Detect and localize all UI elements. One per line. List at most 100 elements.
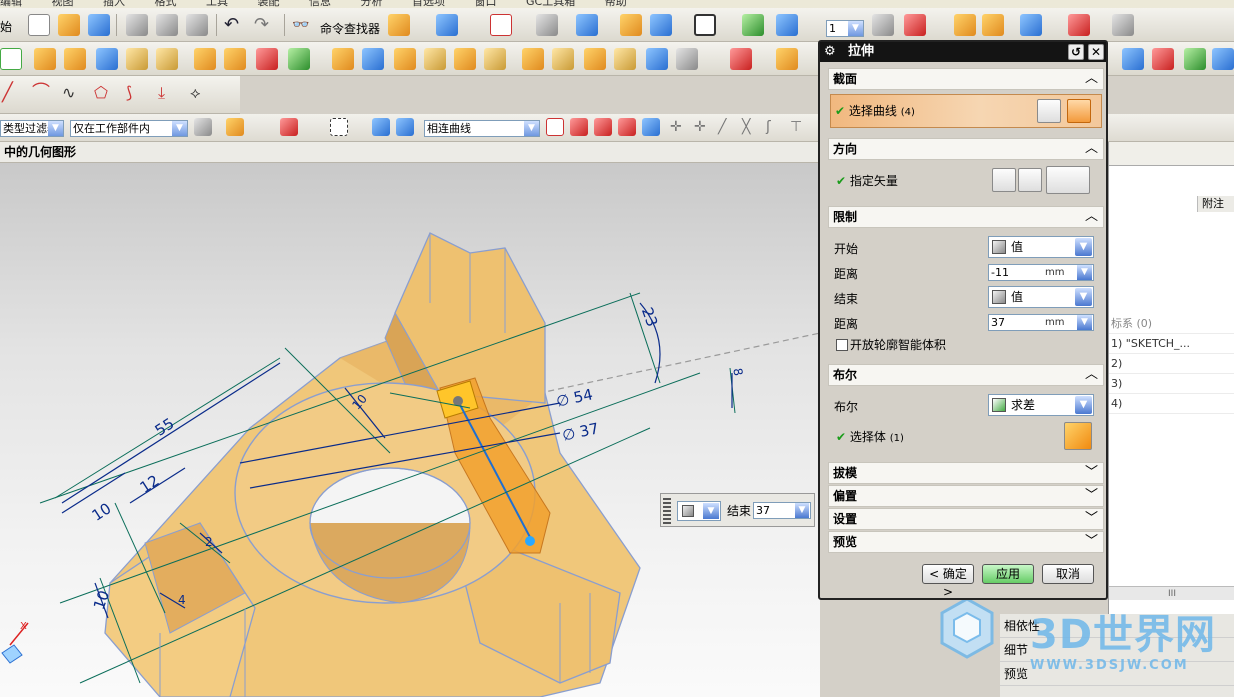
vector-dialog-icon[interactable] [1018,168,1042,192]
reset-icon[interactable]: ↺ [1068,44,1084,60]
new-file-icon[interactable] [28,14,50,36]
spin-down-icon[interactable]: ▼ [1077,315,1092,330]
color-swatch-icon[interactable] [694,14,716,36]
shell-icon[interactable] [394,48,416,70]
extrude-end-point[interactable] [525,536,535,546]
style-icon[interactable] [776,48,798,70]
stop-at-intersection-icon[interactable] [546,118,564,136]
sketch-section-icon[interactable] [1037,99,1061,123]
sketch-icon[interactable] [0,48,22,70]
block-icon[interactable] [96,48,118,70]
cylinder-icon[interactable] [126,48,148,70]
undo-icon[interactable]: ↶ [224,14,246,36]
snap-control-icon[interactable]: ╱ [718,118,736,136]
redo-icon[interactable]: ↷ [254,14,276,36]
chevron-down-icon[interactable]: ▼ [1075,238,1092,256]
selection-scope-combo[interactable]: 仅在工作部件内 ▼ [70,120,188,137]
chevron-down-icon[interactable]: ▼ [48,121,63,136]
vector-type-dropdown[interactable] [1046,166,1090,194]
graphics-viewport[interactable]: X 55 12 10 10 4 2 10 ∅ 54 ∅ 37 23 8 [0,163,820,697]
select-face-icon[interactable] [396,118,414,136]
snap-point-icon[interactable] [280,118,298,136]
toolbox-icon[interactable] [388,14,410,36]
navigator-row-4[interactable]: 4) [1109,394,1234,414]
menu-insert[interactable]: 插入 [103,0,125,8]
sync-model-icon[interactable] [730,48,752,70]
section-header-boolean[interactable]: 布尔 ︿ [828,364,1104,386]
navigator-row-sketch[interactable]: 1) "SKETCH_... [1109,334,1234,354]
menu-window[interactable]: 窗口 [475,0,497,8]
fit-view-icon[interactable] [490,14,512,36]
menu-assembly[interactable]: 装配 [258,0,280,8]
menu-help[interactable]: 帮助 [605,0,627,8]
section-header-section[interactable]: 截面 ︿ [828,68,1104,90]
sew-icon[interactable] [614,48,636,70]
section-header-offset[interactable]: 偏置 ﹀ [828,485,1104,507]
snap-arc-center-icon[interactable]: ʃ [766,118,784,136]
dim-2[interactable]: 2 [205,535,213,549]
extrude-icon[interactable] [34,48,56,70]
pattern-icon[interactable] [522,48,544,70]
copy-icon[interactable] [156,14,178,36]
boss-icon[interactable] [224,48,246,70]
curve-rule-combo[interactable]: 相连曲线 ▼ [424,120,540,137]
wcs-icon[interactable] [742,14,764,36]
replace-face-icon[interactable] [646,48,668,70]
menu-prefs[interactable]: 首选项 [412,0,445,8]
spin-down-icon[interactable]: ▼ [1077,265,1092,280]
chevron-down-icon[interactable]: ▼ [1075,288,1092,306]
binoculars-icon[interactable]: 👓 [292,14,314,36]
draft-icon[interactable] [424,48,446,70]
select-curve-row[interactable]: ✔ 选择曲线 (4) [830,94,1102,128]
arc-icon[interactable]: ⌒ [32,82,54,104]
menu-format[interactable]: 格式 [155,0,177,8]
menu-edit[interactable]: 编辑 [0,0,22,8]
section-view-icon[interactable] [620,14,642,36]
extrude-origin-point[interactable] [453,396,463,406]
face-edit-icon[interactable] [1212,48,1234,70]
thicken-icon[interactable] [584,48,606,70]
menu-analysis[interactable]: 分析 [361,0,383,8]
chamfer-icon[interactable] [362,48,384,70]
chevron-down-icon[interactable]: ▼ [1075,396,1092,414]
apply-button[interactable]: 应用 [982,564,1034,584]
start-distance-input[interactable]: -11 mm ▼ [988,264,1094,281]
end-distance-input[interactable]: 37 mm ▼ [988,314,1094,331]
section-header-limits[interactable]: 限制 ︿ [828,206,1104,228]
offset-face-icon[interactable] [484,48,506,70]
curve-network-icon[interactable] [1184,48,1206,70]
snap-endpoint-icon[interactable]: ✛ [670,118,688,136]
gear-icon[interactable]: ⚙ [824,44,840,60]
cut-icon[interactable] [126,14,148,36]
general-selection-icon[interactable] [226,118,244,136]
edge-blend-icon[interactable] [332,48,354,70]
wcs-orient-icon[interactable] [904,14,926,36]
chevron-down-icon[interactable]: ▼ [848,21,863,36]
path-select-icon[interactable] [618,118,636,136]
navigator-row-3[interactable]: 3) [1109,374,1234,394]
command-finder-button[interactable]: 命令查找器 [320,20,380,37]
section-header-preview[interactable]: 预览 ﹀ [828,531,1104,553]
move-object-icon[interactable] [776,14,798,36]
studio-spline-icon[interactable]: ∿ [62,82,84,104]
save-icon[interactable] [88,14,110,36]
snap-quadrant-icon[interactable]: ⊤ [790,118,808,136]
dim-4[interactable]: 4 [178,593,186,607]
select-body-icon[interactable] [372,118,390,136]
surface-icon[interactable] [1122,48,1144,70]
floating-value-combo[interactable]: ▼ [677,501,721,521]
arrow-right-icon[interactable] [642,118,660,136]
dimension-icon[interactable] [1068,14,1090,36]
measure-icon[interactable] [954,14,976,36]
start-type-combo[interactable]: 值 ▼ [988,236,1094,258]
shaded-cube-icon[interactable] [576,14,598,36]
mirror-icon[interactable] [552,48,574,70]
chevron-down-icon[interactable]: ▼ [703,503,719,519]
menu-info[interactable]: 信息 [309,0,331,8]
offset-curve-icon[interactable]: ⟆ [126,82,148,104]
navigator-row-csys[interactable]: 标系 (0) [1109,314,1234,334]
intersection-curve-icon[interactable]: ⟡ [190,82,212,104]
revolve-icon[interactable] [64,48,86,70]
analyze-icon[interactable] [982,14,1004,36]
layer-combo[interactable]: 1 ▼ [826,20,864,37]
